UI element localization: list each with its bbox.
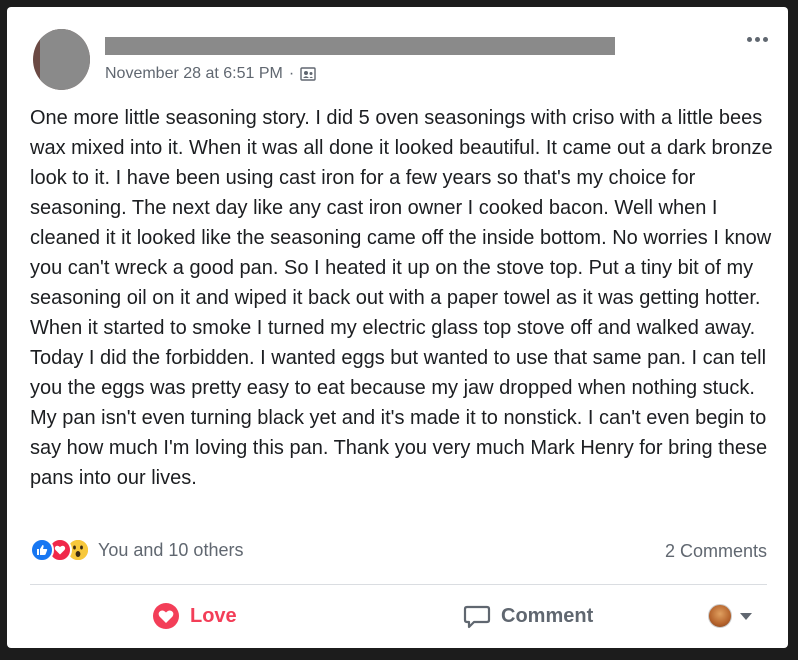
reaction-profile-selector[interactable] xyxy=(708,604,752,628)
comments-count-link[interactable]: 2 Comments xyxy=(665,541,767,562)
author-avatar[interactable] xyxy=(33,29,90,90)
post-body: One more little seasoning story. I did 5… xyxy=(30,107,773,489)
comment-button[interactable]: Comment xyxy=(463,596,593,636)
comment-icon xyxy=(463,602,491,630)
author-name-redacted[interactable] xyxy=(105,37,615,55)
love-icon xyxy=(152,602,180,630)
reactions-summary-label[interactable]: You and 10 others xyxy=(98,540,243,561)
reactions-summary[interactable]: You and 10 others xyxy=(30,538,243,562)
comment-button-label: Comment xyxy=(501,604,594,627)
love-button-label: Love xyxy=(190,604,237,627)
post-actions-bar: Love Comment xyxy=(7,596,788,636)
chevron-down-icon xyxy=(740,612,752,620)
love-button[interactable]: Love xyxy=(152,596,237,636)
avatar-redaction xyxy=(40,29,90,90)
post-timestamp[interactable]: November 28 at 6:51 PM xyxy=(105,65,283,83)
meta-separator: · xyxy=(288,65,295,82)
actions-divider xyxy=(30,584,767,585)
like-reaction-icon xyxy=(30,538,54,562)
post-meta: November 28 at 6:51 PM · xyxy=(105,65,316,83)
user-mini-avatar xyxy=(708,604,732,628)
friends-icon[interactable] xyxy=(300,66,316,82)
post-card: November 28 at 6:51 PM · One more little… xyxy=(7,7,788,648)
more-options-icon[interactable] xyxy=(742,29,772,49)
